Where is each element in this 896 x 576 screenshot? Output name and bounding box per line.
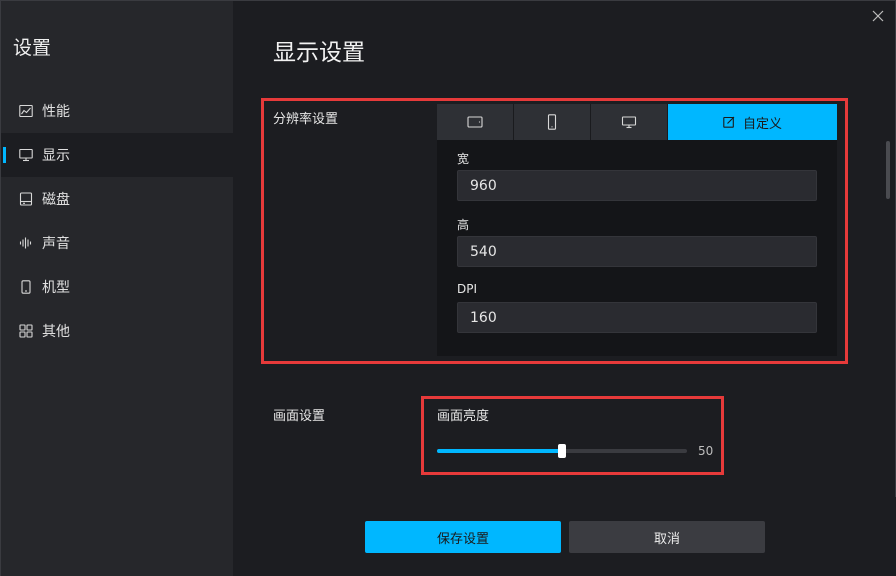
edit-icon: [723, 116, 735, 128]
resolution-panel: 自定义 宽 高 DPI: [437, 104, 837, 356]
close-icon: [872, 10, 884, 22]
screen-section-label: 画面设置: [273, 409, 326, 424]
settings-window: 设置 性能 显示 磁盘 声音 机型 其他 显示设置 分辨率设置 自定义 宽 96…: [0, 0, 896, 576]
brightness-value: 50: [698, 444, 714, 458]
brightness-slider-fill: [437, 449, 562, 453]
width-input[interactable]: [457, 170, 817, 201]
sidebar-item-label: 声音: [42, 236, 70, 252]
chart-line-icon: [19, 104, 33, 118]
tab-custom[interactable]: 自定义: [668, 104, 837, 140]
tab-monitor[interactable]: [591, 104, 668, 140]
sidebar-item-display[interactable]: 显示: [1, 133, 233, 177]
sidebar-item-label: 其他: [42, 324, 70, 340]
grid-icon: [19, 324, 33, 338]
monitor-icon: [621, 116, 637, 129]
brightness-slider[interactable]: [437, 444, 687, 458]
tab-phone[interactable]: [514, 104, 591, 140]
sidebar-item-other[interactable]: 其他: [1, 309, 233, 353]
resolution-section-label: 分辨率设置: [273, 112, 339, 127]
sound-wave-icon: [19, 236, 33, 250]
close-button[interactable]: [869, 7, 887, 25]
disk-icon: [19, 192, 33, 206]
cancel-button[interactable]: 取消: [569, 521, 765, 553]
sidebar-item-label: 性能: [42, 104, 70, 120]
phone-portrait-icon: [547, 114, 557, 130]
footer: 保存设置 取消: [233, 497, 896, 576]
phone-icon: [19, 280, 33, 294]
width-label: 宽: [457, 152, 470, 166]
brightness-slider-thumb[interactable]: [558, 444, 566, 458]
sidebar-item-model[interactable]: 机型: [1, 265, 233, 309]
sidebar-nav: 性能 显示 磁盘 声音 机型 其他: [1, 89, 233, 353]
dpi-input[interactable]: [457, 302, 817, 333]
sidebar-item-performance[interactable]: 性能: [1, 89, 233, 133]
scrollbar[interactable]: [886, 141, 890, 199]
sidebar-title: 设置: [13, 37, 52, 59]
sidebar-item-label: 显示: [42, 148, 70, 164]
brightness-label: 画面亮度: [437, 409, 490, 424]
tab-custom-label: 自定义: [742, 116, 782, 132]
height-label: 高: [457, 218, 470, 232]
sidebar-item-label: 机型: [42, 280, 70, 296]
monitor-icon: [19, 148, 33, 162]
tablet-landscape-icon: [467, 116, 483, 128]
dpi-label: DPI: [457, 282, 478, 296]
cutoff-section-text: [437, 490, 517, 497]
sidebar-item-label: 磁盘: [42, 192, 70, 208]
height-input[interactable]: [457, 236, 817, 267]
resolution-tabs: 自定义: [437, 104, 837, 140]
tab-tablet[interactable]: [437, 104, 514, 140]
sidebar-item-sound[interactable]: 声音: [1, 221, 233, 265]
sidebar-item-disk[interactable]: 磁盘: [1, 177, 233, 221]
sidebar: 设置 性能 显示 磁盘 声音 机型 其他: [1, 1, 233, 576]
page-title: 显示设置: [273, 40, 365, 66]
save-button[interactable]: 保存设置: [365, 521, 561, 553]
